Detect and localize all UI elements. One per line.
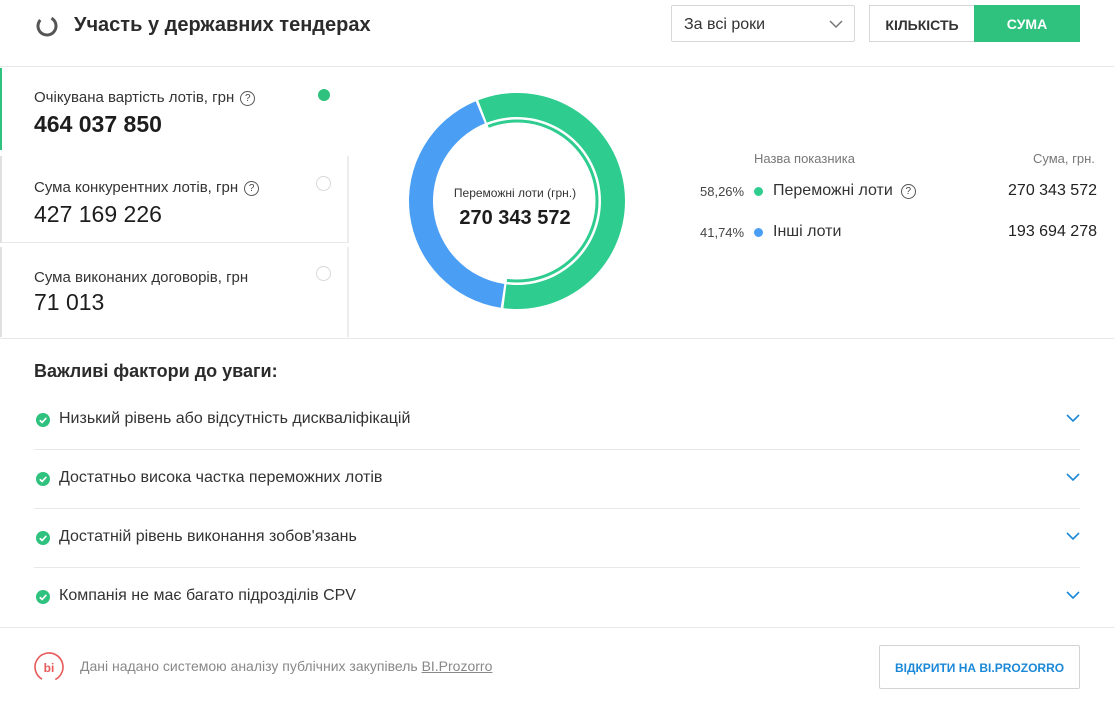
metric-label: Сума конкурентних лотів, грн — [34, 179, 239, 196]
donut-center: Переможні лоти (грн.) 270 343 572 — [406, 186, 624, 230]
factor-text: Достатній рівень виконання зобов'язань — [59, 528, 357, 545]
check-circle-icon — [36, 413, 50, 427]
chevron-down-icon[interactable] — [1066, 588, 1080, 602]
period-select-value: За всі роки — [684, 16, 766, 33]
legend-value: 270 343 572 — [1008, 182, 1097, 199]
section-divider — [0, 338, 1114, 339]
metric-value: 71 013 — [34, 289, 105, 315]
toggle-count-button[interactable]: КІЛЬКІСТЬ — [869, 5, 974, 42]
source-text: Дані надано системою аналізу публічних з… — [80, 658, 418, 674]
radio-icon — [316, 266, 331, 281]
toggle-sum-button[interactable]: СУМА — [974, 5, 1080, 42]
legend-row-other: 41,74% Інші лоти 193 694 278 — [700, 223, 1097, 243]
count-sum-toggle: КІЛЬКІСТЬ СУМА — [869, 5, 1080, 42]
factors-title: Важливі фактори до уваги: — [34, 361, 278, 381]
metric-card-competitive-sum[interactable]: Сума конкурентних лотів, грн? 427 169 22… — [0, 156, 349, 243]
open-bi-prozorro-button[interactable]: ВІДКРИТИ НА BI.PROZORRO — [879, 645, 1080, 689]
factor-item[interactable]: Компанія не має багато підрозділів CPV — [34, 568, 1080, 627]
factor-item[interactable]: Достатній рівень виконання зобов'язань — [34, 509, 1080, 568]
loading-ring-icon — [36, 15, 58, 37]
question-circle-icon[interactable]: ? — [240, 91, 256, 106]
legend-name: Інші лоти — [773, 223, 842, 240]
factor-text: Компанія не має багато підрозділів CPV — [59, 587, 356, 604]
legend-dot-icon — [754, 187, 763, 196]
metric-value: 427 169 226 — [34, 201, 162, 227]
legend-percent: 58,26% — [700, 184, 745, 199]
source-link[interactable]: BI.Prozorro — [422, 658, 493, 674]
chevron-down-icon — [829, 20, 843, 29]
bi-logo-icon: bi — [34, 652, 64, 682]
footer-divider — [0, 627, 1114, 628]
bi-logo-text: bi — [44, 661, 55, 675]
chevron-down-icon[interactable] — [1066, 411, 1080, 425]
factor-item[interactable]: Низький рівень або відсутність дискваліф… — [34, 391, 1080, 450]
legend-dot-icon — [754, 228, 763, 237]
check-circle-icon — [36, 472, 50, 486]
period-select[interactable]: За всі роки — [671, 5, 855, 42]
legend-header-sum: Сума, грн. — [1033, 151, 1095, 166]
legend-header-name: Назва показника — [754, 151, 855, 166]
legend-value: 193 694 278 — [1008, 223, 1097, 240]
header: Участь у державних тендерах За всі роки … — [0, 0, 1114, 67]
check-circle-icon — [36, 590, 50, 604]
metric-label: Очікувана вартість лотів, грн — [34, 89, 235, 106]
factor-text: Низький рівень або відсутність дискваліф… — [59, 410, 411, 427]
legend-name: Переможні лоти — [773, 182, 893, 199]
factor-item[interactable]: Достатньо висока частка переможних лотів — [34, 450, 1080, 509]
check-circle-icon — [36, 531, 50, 545]
donut-center-value: 270 343 572 — [459, 207, 571, 229]
selected-radio-icon — [318, 89, 330, 101]
metric-value: 464 037 850 — [34, 111, 162, 137]
factor-text: Достатньо висока частка переможних лотів — [59, 469, 383, 486]
page-title: Участь у державних тендерах — [74, 14, 371, 36]
radio-icon — [316, 176, 331, 191]
question-circle-icon[interactable]: ? — [244, 181, 260, 196]
legend-percent: 41,74% — [700, 225, 745, 240]
question-circle-icon[interactable]: ? — [900, 184, 916, 199]
chevron-down-icon[interactable] — [1066, 470, 1080, 484]
legend-row-winning: 58,26% Переможні лоти? 270 343 572 — [700, 182, 1097, 202]
source-note: Дані надано системою аналізу публічних з… — [80, 658, 492, 674]
chevron-down-icon[interactable] — [1066, 529, 1080, 543]
metric-card-completed-contracts[interactable]: Сума виконаних договорів, грн 71 013 — [0, 247, 349, 337]
donut-center-label: Переможні лоти (грн.) — [453, 186, 577, 200]
metric-card-expected-value[interactable]: Очікувана вартість лотів, грн? 464 037 8… — [0, 68, 349, 150]
metric-label: Сума виконаних договорів, грн — [34, 269, 249, 286]
